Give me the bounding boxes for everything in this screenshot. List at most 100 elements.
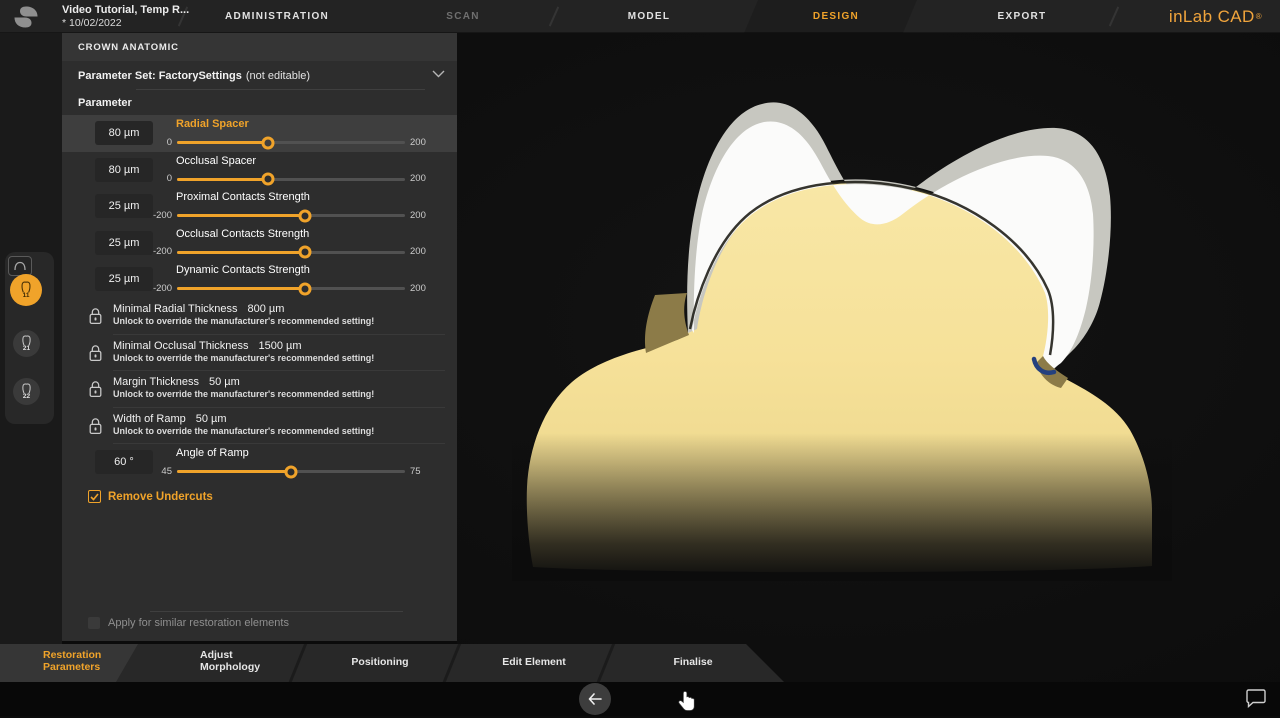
locked-name: Minimal Occlusal Thickness <box>113 340 249 352</box>
slider-fill <box>177 287 305 290</box>
locked-name: Width of Ramp <box>113 413 186 425</box>
nav-export[interactable]: EXPORT <box>998 0 1047 33</box>
crown-3d-render <box>457 33 1280 682</box>
parameter-name: Angle of Ramp <box>176 447 249 459</box>
case-date: * 10/02/2022 <box>62 17 189 30</box>
parameter-slider[interactable] <box>177 287 405 290</box>
step-restoration-parameters[interactable]: Restoration Parameters <box>43 650 109 673</box>
divider <box>150 611 403 612</box>
locked-row-width-of-ramp: Width of Ramp 50 µm Unlock to override th… <box>62 408 457 445</box>
slider-handle[interactable] <box>285 465 298 478</box>
chevron-down-icon[interactable] <box>432 70 445 78</box>
parameter-set-label: Parameter Set: FactorySettings <box>78 70 242 82</box>
tooth-number: 21 <box>23 345 30 352</box>
back-button[interactable] <box>579 683 611 715</box>
tooth-item-21[interactable]: 21 <box>13 330 40 357</box>
slider-max: 200 <box>410 137 426 148</box>
tooth-number: 11 <box>23 292 30 299</box>
tooth-item-11[interactable]: 11 <box>10 274 42 306</box>
slider-handle[interactable] <box>299 246 312 259</box>
slider-handle[interactable] <box>262 136 275 149</box>
slider-max: 200 <box>410 283 426 294</box>
step-positioning[interactable]: Positioning <box>351 657 408 669</box>
3d-viewport[interactable] <box>457 33 1280 682</box>
parameter-name: Dynamic Contacts Strength <box>176 264 310 276</box>
locked-value: 800 µm <box>248 303 285 315</box>
slider-min: 0 <box>132 137 172 148</box>
parameter-slider[interactable] <box>177 251 405 254</box>
parameter-section-label: Parameter <box>62 90 457 115</box>
nav-scan: SCAN <box>446 0 480 33</box>
bottom-toolbar <box>0 682 1280 716</box>
nav-administration[interactable]: ADMINISTRATION <box>225 0 329 33</box>
parameter-slider[interactable] <box>177 214 405 217</box>
parameter-slider[interactable] <box>177 141 405 144</box>
locked-name: Margin Thickness <box>113 376 199 388</box>
case-title: Video Tutorial, Temp R... <box>62 3 189 17</box>
chat-bubble-icon[interactable] <box>1245 689 1267 713</box>
lock-icon[interactable] <box>88 380 103 398</box>
parameter-name: Occlusal Contacts Strength <box>176 228 309 240</box>
nav-design[interactable]: DESIGN <box>813 0 859 33</box>
lock-icon[interactable] <box>88 344 103 362</box>
slider-min: -200 <box>132 283 172 294</box>
slider-max: 200 <box>410 210 426 221</box>
slider-min: -200 <box>132 210 172 221</box>
back-arrow-icon <box>588 693 602 705</box>
parameter-name: Occlusal Spacer <box>176 155 256 167</box>
parameter-slider[interactable] <box>177 178 405 181</box>
parameter-name: Radial Spacer <box>176 118 249 130</box>
registered-mark: ® <box>1256 12 1262 21</box>
workflow-step-bar: Restoration Parameters Adjust Morphology… <box>0 644 800 682</box>
dentsply-sirona-logo <box>13 5 39 29</box>
locked-value: 50 µm <box>209 376 240 388</box>
step-edit-element[interactable]: Edit Element <box>502 657 566 669</box>
apply-similar-checkbox[interactable] <box>88 617 100 629</box>
base-fade <box>512 433 1172 581</box>
dental-arch-icon[interactable] <box>8 256 32 276</box>
slider-handle[interactable] <box>299 282 312 295</box>
nav-model[interactable]: MODEL <box>628 0 671 33</box>
parameter-slider[interactable] <box>177 470 405 473</box>
parameter-set-note: (not editable) <box>246 70 310 82</box>
locked-note: Unlock to override the manufacturer's re… <box>113 316 457 326</box>
slider-handle[interactable] <box>262 173 275 186</box>
remove-undercuts-label[interactable]: Remove Undercuts <box>108 491 213 503</box>
slider-fill <box>177 214 305 217</box>
slider-min: -200 <box>132 246 172 257</box>
locked-value: 50 µm <box>196 413 227 425</box>
slider-min: 45 <box>132 466 172 477</box>
locked-value: 1500 µm <box>259 340 302 352</box>
slider-max: 200 <box>410 173 426 184</box>
parameter-set-dropdown[interactable]: Parameter Set: FactorySettings (not edit… <box>62 61 457 90</box>
remove-undercuts-checkbox[interactable] <box>88 490 101 503</box>
step-divider <box>287 642 307 686</box>
top-bar: Video Tutorial, Temp R... * 10/02/2022 A… <box>0 0 1280 33</box>
case-info[interactable]: Video Tutorial, Temp R... * 10/02/2022 <box>62 3 189 30</box>
param-row-radial-spacer: 80 µm Radial Spacer 0 200 <box>62 115 457 152</box>
param-row-angle-of-ramp: 60 ° Angle of Ramp 45 75 <box>62 444 457 481</box>
locked-note: Unlock to override the manufacturer's re… <box>113 426 457 436</box>
tooth-item-22[interactable]: 22 <box>13 378 40 405</box>
apply-similar-label[interactable]: Apply for similar restoration elements <box>108 617 289 629</box>
step-adjust-morphology[interactable]: Adjust Morphology <box>200 650 272 673</box>
check-icon <box>90 493 99 501</box>
remove-undercuts-row: Remove Undercuts <box>62 488 457 506</box>
apply-similar-row: Apply for similar restoration elements <box>88 617 289 629</box>
slider-max: 200 <box>410 246 426 257</box>
locked-row-margin-thickness: Margin Thickness50 µm Unlock to override… <box>62 371 457 408</box>
lock-icon[interactable] <box>88 417 103 435</box>
locked-row-minimal-radial-thickness: Minimal Radial Thickness 800 µm Unlock to… <box>62 298 457 335</box>
slider-min: 0 <box>132 173 172 184</box>
parameter-panel: CROWN ANATOMIC Parameter Set: FactorySet… <box>62 33 457 641</box>
lock-icon[interactable] <box>88 307 103 325</box>
slider-handle[interactable] <box>299 209 312 222</box>
tooth-number: 22 <box>23 393 30 400</box>
param-row-occlusal-contacts: 25 µm Occlusal Contacts Strength -200 20… <box>62 225 457 262</box>
locked-name: Minimal Radial Thickness <box>113 303 238 315</box>
locked-row-minimal-occlusal-thickness: Minimal Occlusal Thickness1500 µm Unlock… <box>62 335 457 372</box>
param-row-proximal-contacts: 25 µm Proximal Contacts Strength -200 20… <box>62 188 457 225</box>
parameter-name: Proximal Contacts Strength <box>176 191 310 203</box>
step-finalise[interactable]: Finalise <box>673 657 712 669</box>
slider-max: 75 <box>410 466 421 477</box>
